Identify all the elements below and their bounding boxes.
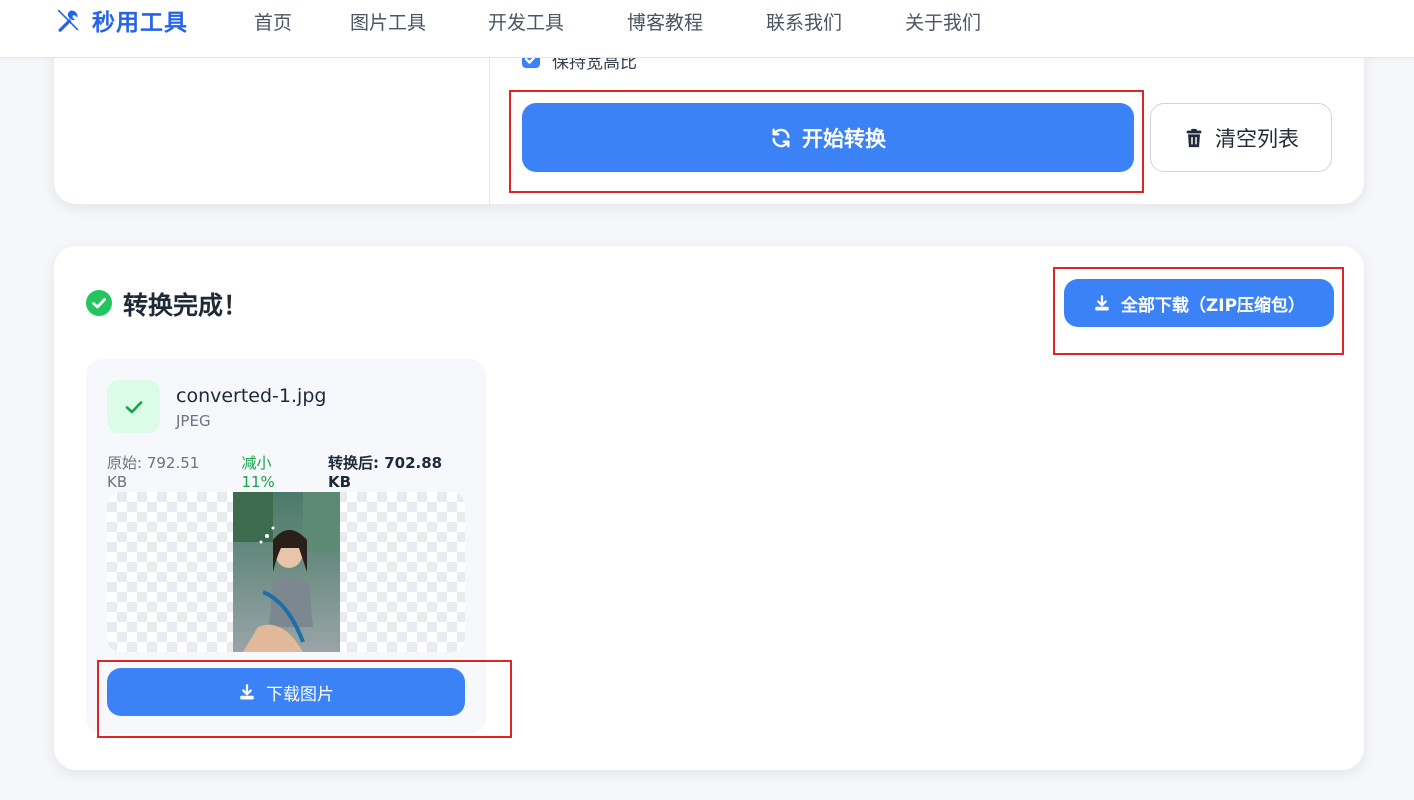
- check-circle-icon: [86, 290, 112, 316]
- clear-list-button[interactable]: 清空列表: [1150, 103, 1332, 172]
- start-convert-button[interactable]: 开始转换: [522, 103, 1134, 172]
- result-card: 转换完成！ 全部下载（ZIP压缩包） converted-1.jpg JPEG …: [54, 246, 1364, 770]
- converted-file-card: converted-1.jpg JPEG 原始: 792.51 KB 减小 11…: [86, 359, 486, 734]
- download-all-label: 全部下载（ZIP压缩包）: [1120, 295, 1306, 316]
- tools-icon: [57, 9, 79, 32]
- result-title: 转换完成！: [123, 291, 249, 320]
- top-navbar: 秒用工具 首页 图片工具 开发工具 博客教程 联系我们 关于我们: [0, 0, 1414, 58]
- download-all-zip-button[interactable]: 全部下载（ZIP压缩包）: [1064, 279, 1334, 327]
- start-convert-label: 开始转换: [802, 126, 886, 151]
- size-reduction: 减小 11%: [241, 454, 275, 491]
- download-image-label: 下载图片: [266, 684, 334, 705]
- brand-logo[interactable]: 秒用工具: [54, 6, 188, 36]
- file-status: [107, 380, 160, 433]
- clear-list-label: 清空列表: [1215, 126, 1299, 151]
- download-icon: [1095, 295, 1109, 311]
- nav-contact[interactable]: 联系我们: [766, 8, 842, 35]
- brand-name: 秒用工具: [92, 10, 188, 36]
- nav-dev-tools[interactable]: 开发工具: [488, 8, 564, 35]
- check-icon: [125, 400, 142, 413]
- file-format: JPEG: [176, 412, 211, 430]
- nav-home[interactable]: 首页: [254, 8, 292, 35]
- download-icon: [240, 684, 254, 700]
- download-image-button[interactable]: 下载图片: [107, 668, 465, 716]
- original-size: 原始: 792.51 KB: [107, 454, 200, 491]
- nav-image-tools[interactable]: 图片工具: [350, 8, 426, 35]
- sync-icon: [772, 128, 790, 147]
- image-preview: [107, 492, 465, 652]
- trash-icon: [1186, 128, 1202, 147]
- nav-blog[interactable]: 博客教程: [627, 8, 703, 35]
- file-name: converted-1.jpg: [176, 385, 327, 407]
- preview-photo: [233, 492, 340, 652]
- converted-size: 转换后: 702.88 KB: [327, 454, 443, 491]
- nav-about[interactable]: 关于我们: [905, 8, 981, 35]
- file-stats: 原始: 792.51 KB 减小 11% 转换后: 702.88 KB: [107, 452, 467, 491]
